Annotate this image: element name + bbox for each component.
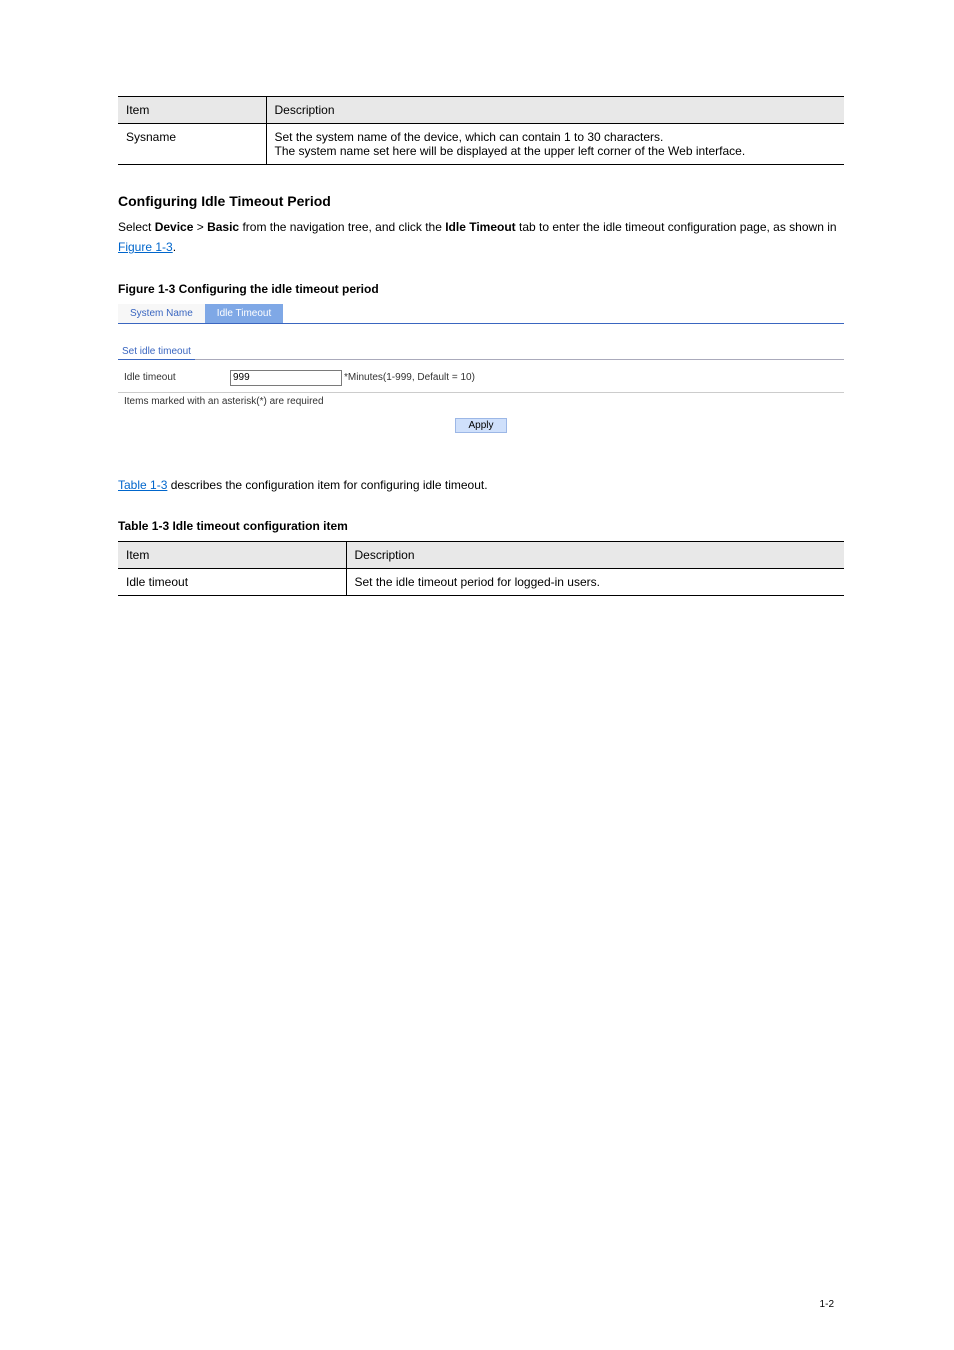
apply-button[interactable]: Apply: [455, 418, 506, 433]
figure-idle-timeout-ui: System Name Idle Timeout Set idle timeou…: [118, 304, 844, 441]
text: Select: [118, 220, 155, 234]
table-header-item: Item: [118, 97, 266, 124]
panel-subheader: Set idle timeout: [118, 342, 195, 360]
text: tab to enter the idle timeout configurat…: [516, 220, 837, 234]
navigation-instruction: Select Device > Basic from the navigatio…: [118, 217, 844, 258]
table-row: Idle timeout Set the idle timeout period…: [118, 569, 844, 596]
table-reference-sentence: Table 1-3 describes the configuration it…: [118, 475, 844, 495]
figure-caption-label: Figure 1-3 Configuring the idle timeout …: [118, 282, 379, 296]
text: describes the configuration item for con…: [167, 478, 487, 492]
text: from the navigation tree, and click the: [239, 220, 445, 234]
required-note: Items marked with an asterisk(*) are req…: [118, 393, 844, 415]
cell-description: Set the system name of the device, which…: [266, 124, 844, 165]
tab-bar: System Name Idle Timeout: [118, 304, 844, 323]
tab-system-name[interactable]: System Name: [118, 304, 205, 323]
form-row-idle-timeout: Idle timeout *Minutes(1-999, Default = 1…: [118, 360, 844, 392]
cell-item: Idle timeout: [118, 569, 346, 596]
table-header-description: Description: [266, 97, 844, 124]
figure-caption: Figure 1-3 Configuring the idle timeout …: [118, 282, 844, 296]
table-header-item: Item: [118, 542, 346, 569]
table-row: Sysname Set the system name of the devic…: [118, 124, 844, 165]
table-caption-label: Table 1-3 Idle timeout configuration ite…: [118, 519, 348, 533]
table-idle-timeout-desc: Item Description Idle timeout Set the id…: [118, 541, 844, 596]
tab-idle-timeout[interactable]: Idle Timeout: [205, 304, 283, 323]
table-caption: Table 1-3 Idle timeout configuration ite…: [118, 519, 844, 533]
table-link[interactable]: Table 1-3: [118, 478, 167, 492]
nav-device: Device: [155, 220, 194, 234]
page-number: 1-2: [820, 1299, 834, 1310]
figure-link[interactable]: Figure 1-3: [118, 240, 173, 254]
text: .: [173, 240, 176, 254]
idle-timeout-label: Idle timeout: [124, 372, 230, 383]
section-heading-idle-timeout: Configuring Idle Timeout Period: [118, 193, 844, 209]
idle-timeout-input[interactable]: [230, 370, 342, 386]
table-system-name-desc: Item Description Sysname Set the system …: [118, 96, 844, 165]
nav-basic: Basic: [207, 220, 239, 234]
nav-tab-name: Idle Timeout: [445, 220, 515, 234]
text: >: [193, 220, 207, 234]
table-header-description: Description: [346, 542, 844, 569]
cell-description: Set the idle timeout period for logged-i…: [346, 569, 844, 596]
idle-timeout-hint: *Minutes(1-999, Default = 10): [344, 372, 475, 383]
cell-item: Sysname: [118, 124, 266, 165]
